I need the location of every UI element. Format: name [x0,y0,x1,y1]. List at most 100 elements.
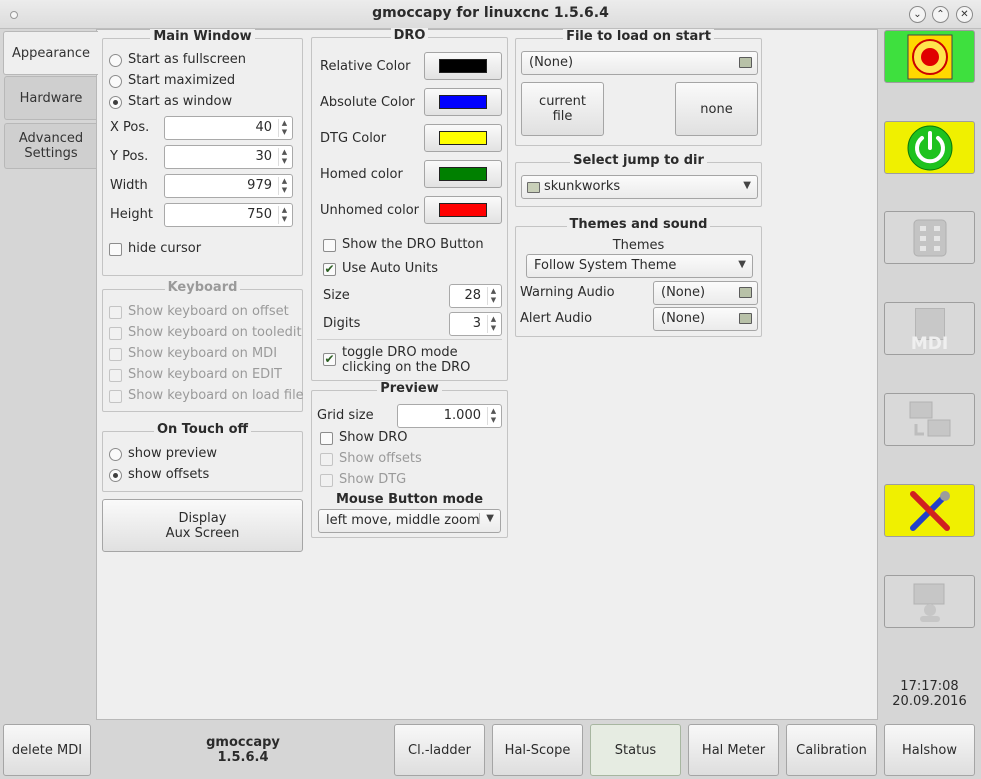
current-file-button[interactable]: current file [521,82,604,136]
chevron-down-icon: ▼ [479,513,494,524]
spin-arrows-icon[interactable]: ▲ ▼ [278,206,290,224]
unhomed-color-button[interactable] [424,196,502,224]
none-button[interactable]: none [675,82,758,136]
close-icon[interactable]: ✕ [956,6,973,23]
dro-size-spin[interactable]: 28 ▲ ▼ [449,284,502,308]
jog-button[interactable] [884,211,975,264]
mdi-button[interactable]: MDI [884,302,975,355]
alert-audio-chooser[interactable]: (None) [653,307,758,331]
maximize-icon[interactable]: ⌃ [932,6,949,23]
relative-color-button[interactable] [424,52,502,80]
kb-tooledit-checkbox[interactable] [109,327,122,340]
toggle-dro-mode-checkbox[interactable]: ✔ [323,353,336,366]
kb-offset-checkbox[interactable] [109,306,122,319]
show-dro-button-label[interactable]: Show the DRO Button [342,237,484,252]
homed-color-button[interactable] [424,160,502,188]
spin-arrows-icon[interactable]: ▲ ▼ [278,119,290,137]
power-button[interactable] [884,121,975,174]
folder-icon [739,287,752,298]
cl-ladder-button[interactable]: Cl.-ladder [394,724,485,776]
height-value: 750 [247,207,272,222]
settings-button[interactable] [884,484,975,537]
file-load-chooser[interactable]: (None) [521,51,758,75]
calibration-button[interactable]: Calibration [786,724,877,776]
radio-fullscreen[interactable] [109,54,122,67]
radio-show-preview[interactable] [109,448,122,461]
show-dro-label[interactable]: Show DRO [339,430,408,445]
grid-size-spin[interactable]: 1.000 ▲ ▼ [397,404,502,428]
radio-fullscreen-label[interactable]: Start as fullscreen [128,52,246,67]
ypos-value: 30 [255,149,272,164]
delete-mdi-button[interactable]: delete MDI [3,724,91,776]
radio-maximized-label[interactable]: Start maximized [128,73,235,88]
radio-maximized[interactable] [109,75,122,88]
tab-hardware[interactable]: Hardware [4,76,97,120]
ypos-spin[interactable]: 30 ▲ ▼ [164,145,293,169]
kb-loadfile-label: Show keyboard on load file [128,388,304,403]
kb-mdi-checkbox[interactable] [109,348,122,361]
show-offsets-label[interactable]: show offsets [128,467,209,482]
user-tabs-button[interactable] [884,575,975,628]
touch-off-frame: On Touch off [102,422,303,492]
main-window-title: Main Window [150,29,255,44]
theme-combo[interactable]: Follow System Theme ▼ [526,254,753,278]
show-offsets-checkbox[interactable] [320,453,333,466]
auto-machine-icon [909,401,950,436]
warning-audio-chooser[interactable]: (None) [653,281,758,305]
status-button[interactable]: Status [590,724,681,776]
kb-tooledit-label: Show keyboard on tooledit [128,325,302,340]
tools-icon [909,490,950,531]
radio-show-offsets[interactable] [109,469,122,482]
dro-digits-spin[interactable]: 3 ▲ ▼ [449,312,502,336]
spin-arrows-icon[interactable]: ▲ ▼ [487,315,499,333]
spin-arrows-icon[interactable]: ▲ ▼ [278,177,290,195]
dtg-color-swatch [439,131,487,145]
relative-color-label: Relative Color [320,59,411,74]
kb-edit-checkbox[interactable] [109,369,122,382]
absolute-color-button[interactable] [424,88,502,116]
version-label: gmoccapy 1.5.6.4 [206,735,280,765]
width-value: 979 [247,178,272,193]
hal-scope-button[interactable]: Hal-Scope [492,724,583,776]
width-spin[interactable]: 979 ▲ ▼ [164,174,293,198]
tab-appearance[interactable]: Appearance [3,31,98,75]
alert-audio-label: Alert Audio [520,311,593,326]
toggle-dro-mode-label[interactable]: toggle DRO mode clicking on the DRO [342,345,470,375]
hide-cursor-checkbox[interactable] [109,243,122,256]
jump-dir-combo[interactable]: skunkworks ▼ [521,175,758,199]
jump-dir-title: Select jump to dir [570,153,707,168]
tab-advanced-settings[interactable]: Advanced Settings [4,123,97,169]
auto-units-label[interactable]: Use Auto Units [342,261,438,276]
display-aux-screen-button[interactable]: Display Aux Screen [102,499,303,552]
preview-title: Preview [377,381,442,396]
power-icon [907,125,952,170]
mouse-mode-title: Mouse Button mode [335,492,484,507]
minimize-icon[interactable]: ⌄ [909,6,926,23]
mouse-mode-combo[interactable]: left move, middle zoom ▼ [318,509,501,533]
height-spin[interactable]: 750 ▲ ▼ [164,203,293,227]
spin-arrows-icon[interactable]: ▲ ▼ [278,148,290,166]
show-dro-button-checkbox[interactable] [323,239,336,252]
themes-sound-title: Themes and sound [566,217,711,232]
spin-arrows-icon[interactable]: ▲ ▼ [487,407,499,425]
chevron-down-icon: ▼ [743,180,751,191]
show-preview-label[interactable]: show preview [128,446,217,461]
dro-digits-value: 3 [472,316,481,331]
radio-window[interactable] [109,96,122,109]
kb-loadfile-checkbox[interactable] [109,390,122,403]
xpos-spin[interactable]: 40 ▲ ▼ [164,116,293,140]
mdi-icon: MDI [907,306,953,354]
show-dro-checkbox[interactable] [320,432,333,445]
xpos-value: 40 [255,120,272,135]
auto-button[interactable] [884,393,975,446]
halshow-button[interactable]: Halshow [884,724,975,776]
hal-meter-button[interactable]: Hal Meter [688,724,779,776]
auto-units-checkbox[interactable]: ✔ [323,263,336,276]
hide-cursor-label[interactable]: hide cursor [128,241,201,256]
spin-arrows-icon[interactable]: ▲ ▼ [487,287,499,305]
dtg-color-button[interactable] [424,124,502,152]
absolute-color-swatch [439,95,487,109]
estop-button[interactable] [884,30,975,83]
radio-window-label[interactable]: Start as window [128,94,232,109]
show-dtg-checkbox[interactable] [320,474,333,487]
